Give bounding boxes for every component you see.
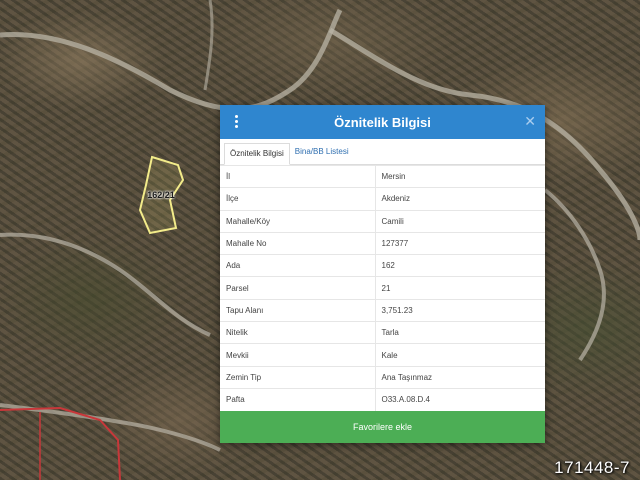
add-to-favorites-button[interactable]: Favorilere ekle xyxy=(220,411,545,443)
table-row: Mevkii Kale xyxy=(220,343,545,367)
road xyxy=(543,188,606,362)
road xyxy=(0,403,221,452)
parcel-label: 162/21 xyxy=(147,190,175,200)
attribute-value: O33.A.08.D.4 xyxy=(375,387,545,411)
table-row: Nitelik Tarla xyxy=(220,321,545,344)
attribute-key: Mahalle/Köy xyxy=(220,209,376,233)
attribute-key: Mahalle No xyxy=(220,231,376,255)
attribute-value: 162 xyxy=(375,254,545,277)
attribute-value: Kale xyxy=(375,343,545,367)
dialog-header: Öznitelik Bilgisi ✕ xyxy=(220,105,545,139)
table-row: Pafta O33.A.08.D.4 xyxy=(220,387,545,411)
road xyxy=(203,0,214,91)
table-row: Parsel 21 xyxy=(220,276,545,300)
attribute-key: Pafta xyxy=(220,387,376,411)
table-row: İlçe Akdeniz xyxy=(220,187,545,211)
attribute-value: 3,751.23 xyxy=(375,298,545,322)
attribute-key: İlçe xyxy=(220,187,376,211)
attribute-key: Mevkii xyxy=(220,343,376,367)
listing-id-watermark: 171448-7 xyxy=(554,458,630,477)
attribute-key: Zemin Tip xyxy=(220,365,376,389)
dialog-tabs: Öznitelik Bilgisi Bina/BB Listesi xyxy=(220,139,545,165)
attribute-value: Akdeniz xyxy=(375,187,545,211)
tab-attribute-info[interactable]: Öznitelik Bilgisi xyxy=(224,143,290,165)
table-row: Tapu Alanı 3,751.23 xyxy=(220,298,545,322)
table-row: Mahalle/Köy Camili xyxy=(220,209,545,233)
attribute-value: 127377 xyxy=(375,231,545,255)
attribute-value: Ana Taşınmaz xyxy=(375,365,545,389)
vertical-dots-icon[interactable] xyxy=(229,114,243,130)
close-icon[interactable]: ✕ xyxy=(524,113,536,130)
attribute-value: 21 xyxy=(375,276,545,300)
road xyxy=(0,8,343,112)
table-row: İl Mersin xyxy=(220,164,545,188)
attribute-table: İl Mersin İlçe Akdeniz Mahalle/Köy Camili Maha… xyxy=(220,164,545,411)
attribute-key: Ada xyxy=(220,254,376,277)
table-row: Zemin Tip Ana Taşınmaz xyxy=(220,365,545,389)
attribute-value: Camili xyxy=(375,209,545,233)
attribute-key: Tapu Alanı xyxy=(220,298,376,322)
attribute-value: Mersin xyxy=(375,164,545,188)
tab-building-list[interactable]: Bina/BB Listesi xyxy=(290,142,354,164)
attribute-key: Parsel xyxy=(220,276,376,300)
table-row: Mahalle No 127377 xyxy=(220,231,545,255)
attribute-key: Nitelik xyxy=(220,321,376,344)
road xyxy=(0,232,211,337)
table-row: Ada 162 xyxy=(220,254,545,277)
attribute-info-dialog: Öznitelik Bilgisi ✕ Öznitelik Bilgisi Bi… xyxy=(220,105,545,443)
attribute-value: Tarla xyxy=(375,321,545,344)
attribute-key: İl xyxy=(220,164,376,188)
dialog-title: Öznitelik Bilgisi xyxy=(334,114,431,130)
